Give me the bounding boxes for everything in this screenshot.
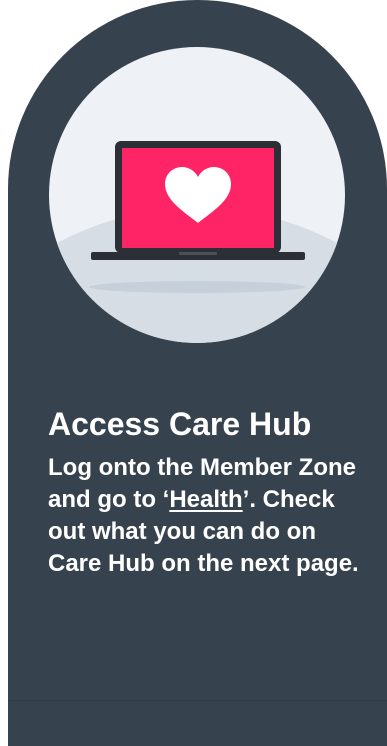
illustration-circle <box>49 47 345 343</box>
laptop-heart-icon <box>49 141 345 343</box>
care-hub-card: Access Care Hub Log onto the Member Zone… <box>8 0 387 746</box>
bottom-divider <box>8 700 387 701</box>
health-link[interactable]: Health <box>169 486 242 513</box>
card-description: Log onto the Member Zone and go to ‘Heal… <box>48 452 368 580</box>
card-title: Access Care Hub <box>48 406 312 442</box>
